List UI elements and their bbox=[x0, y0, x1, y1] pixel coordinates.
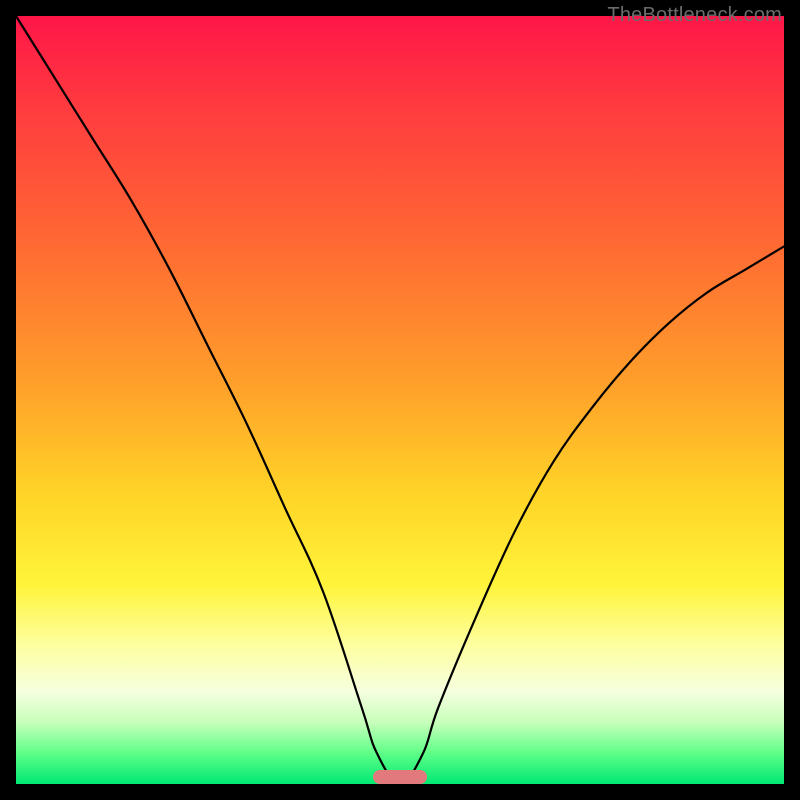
bottleneck-curve bbox=[16, 16, 784, 784]
chart-canvas: TheBottleneck.com bbox=[0, 0, 800, 800]
plot-area bbox=[16, 16, 784, 784]
watermark-text: TheBottleneck.com bbox=[607, 4, 782, 27]
optimal-marker bbox=[373, 770, 427, 784]
